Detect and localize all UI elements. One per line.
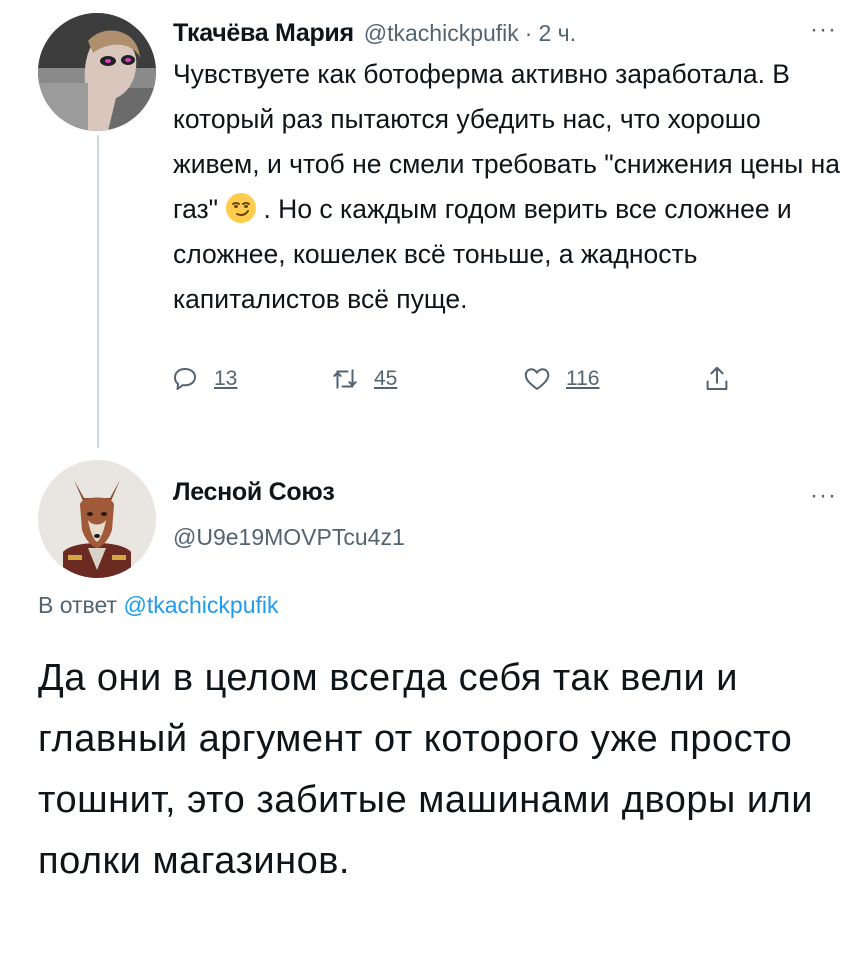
- replying-to-link[interactable]: @tkachickpufik: [123, 592, 278, 618]
- fox-officer-avatar-icon: [38, 460, 156, 578]
- thread-connector-line: [97, 135, 99, 448]
- author-name[interactable]: Ткачёва Мария: [173, 19, 354, 48]
- like-button[interactable]: 116: [522, 364, 599, 394]
- more-options-icon[interactable]: ···: [810, 16, 837, 44]
- avatar[interactable]: [38, 460, 156, 578]
- author-handle[interactable]: @U9e19MOVPTcu4z1: [173, 524, 405, 551]
- share-button[interactable]: [702, 364, 732, 394]
- more-options-icon[interactable]: ···: [810, 482, 837, 510]
- retweet-icon: [333, 369, 357, 389]
- reply-count: 13: [214, 367, 238, 390]
- tweet-actions: 13 45 116: [170, 364, 750, 404]
- reply-icon: [174, 368, 196, 390]
- avatar[interactable]: [38, 13, 156, 131]
- tweet-timestamp[interactable]: 2 ч.: [538, 20, 576, 47]
- separator-dot: ·: [524, 19, 533, 46]
- replying-to: В ответ @tkachickpufik: [38, 592, 278, 619]
- tweet-text: Чувствуете как ботоферма активно заработ…: [173, 52, 843, 322]
- smirking-face-icon: [225, 192, 257, 224]
- tweet-text: Да они в целом всегда себя так вели и гл…: [38, 657, 813, 882]
- heart-icon: [524, 368, 550, 390]
- author-name[interactable]: Лесной Союз: [173, 478, 335, 507]
- tweet-header: Ткачёва Мария @tkachickpufik · 2 ч.: [173, 16, 576, 50]
- replying-prefix: В ответ: [38, 592, 124, 618]
- retweet-button[interactable]: 45: [330, 364, 397, 394]
- reply-button[interactable]: 13: [170, 364, 237, 394]
- author-handle[interactable]: @tkachickpufik: [364, 20, 519, 47]
- share-icon: [706, 366, 728, 390]
- retweet-count: 45: [374, 367, 398, 390]
- user-photo-icon: [38, 13, 156, 131]
- like-count: 116: [566, 367, 600, 390]
- tweet-text-part2: . Но с каждым годом верить все сложнее и…: [173, 194, 792, 314]
